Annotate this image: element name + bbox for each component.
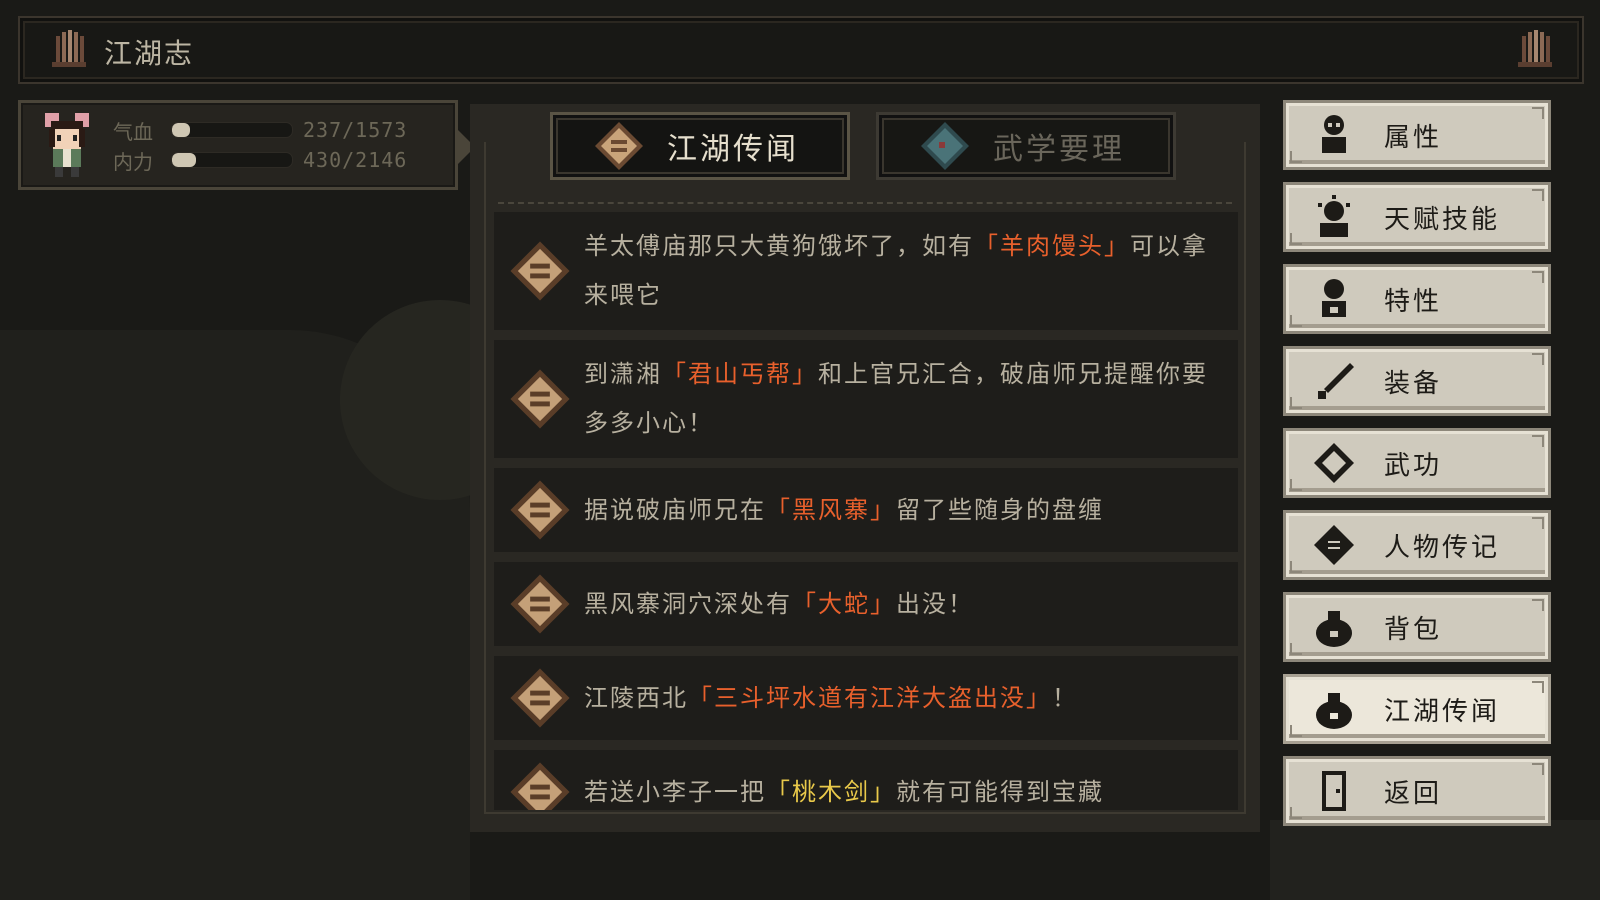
rumor-text: 到潇湘「君山丐帮」和上官兄汇合，破庙师兄提醒你要多多小心！	[584, 350, 1226, 448]
hp-bar	[171, 122, 293, 138]
rumor-item: 据说破庙师兄在「黑风寨」留了些随身的盘缠	[494, 468, 1238, 552]
scroll-icon	[508, 572, 572, 636]
rumor-text: 黑风寨洞穴深处有「大蛇」出没！	[584, 580, 974, 629]
menu-button-7[interactable]: 江湖传闻	[1283, 674, 1551, 744]
rumor-text-segment: 江陵西北	[584, 683, 688, 712]
scroll-icon	[595, 122, 643, 170]
rumor-item: 黑风寨洞穴深处有「大蛇」出没！	[494, 562, 1238, 646]
rumor-text-segment: 据说破庙师兄在	[584, 495, 766, 524]
scroll-icon	[508, 666, 572, 730]
tab-bar: 江湖传闻 武学要理	[550, 112, 1176, 180]
rumor-panel: 江湖传闻 武学要理 羊太傅庙那只大黄狗饿坏了，如有「羊肉馒头」可以拿来喂它 到潇湘…	[470, 104, 1260, 832]
rumor-text-segment: 留了些随身的盘缠	[896, 495, 1104, 524]
menu-button-label: 背包	[1384, 614, 1443, 645]
menu-button-label: 返回	[1384, 778, 1443, 809]
rumor-text: 羊太傅庙那只大黄狗饿坏了，如有「羊肉馒头」可以拿来喂它	[584, 222, 1226, 320]
hp-row: 气血 237/1573	[113, 117, 408, 144]
martial-book-icon	[1312, 441, 1356, 485]
tab-jianghu-rumors[interactable]: 江湖传闻	[550, 112, 850, 180]
attribute-figure-icon	[1312, 113, 1356, 157]
menu-button-label: 武功	[1384, 450, 1443, 481]
menu-button-1[interactable]: 天赋技能	[1283, 182, 1551, 252]
menu-button-label: 人物传记	[1384, 532, 1501, 563]
scroll-icon	[508, 367, 572, 431]
bag-icon	[1312, 605, 1356, 649]
rumor-text-segment: 就有可能得到宝藏	[896, 777, 1104, 806]
rumor-list[interactable]: 羊太傅庙那只大黄狗饿坏了，如有「羊肉馒头」可以拿来喂它 到潇湘「君山丐帮」和上官兄…	[494, 212, 1238, 810]
rumor-highlight: 「大蛇」	[792, 589, 896, 618]
rumor-item: 江陵西北「三斗坪水道有江洋大盗出没」！	[494, 656, 1238, 740]
rumor-text-segment: 到潇湘	[584, 360, 662, 388]
scroll-icon	[508, 478, 572, 542]
rumor-highlight: 「君山丐帮」	[662, 360, 818, 388]
menu-button-6[interactable]: 背包	[1283, 592, 1551, 662]
scroll-icon	[508, 760, 572, 810]
rumor-text-segment: 羊太傅庙那只大黄狗饿坏了，如有	[584, 232, 974, 260]
tab-label: 江湖传闻	[667, 132, 799, 167]
menu-button-3[interactable]: 装备	[1283, 346, 1551, 416]
rumor-item: 羊太傅庙那只大黄狗饿坏了，如有「羊肉馒头」可以拿来喂它	[494, 212, 1238, 330]
character-status-panel: 气血 237/1573 内力 430/2146	[18, 100, 475, 190]
scroll-icon	[508, 239, 572, 303]
mp-label: 内力	[113, 149, 153, 174]
tab-martial-principles[interactable]: 武学要理	[876, 112, 1176, 180]
hp-label: 气血	[113, 119, 153, 144]
hp-value: 237/1573	[303, 118, 408, 142]
door-icon	[1312, 769, 1356, 813]
window-title: 江湖志	[104, 37, 195, 70]
rumor-highlight: 「黑风寨」	[766, 495, 896, 524]
rumor-text-segment: 若送小李子一把	[584, 777, 766, 806]
rumor-text-segment: 出没！	[896, 589, 974, 618]
rumor-highlight: 「羊肉馒头」	[974, 232, 1130, 260]
trait-figure-icon	[1312, 277, 1356, 321]
divider	[498, 202, 1232, 204]
hp-bar-fill	[172, 123, 190, 137]
side-menu: 属性天赋技能特性装备武功人物传记背包江湖传闻返回	[1283, 100, 1551, 838]
rumor-highlight: 「桃木剑」	[766, 777, 896, 806]
rumor-text: 若送小李子一把「桃木剑」就有可能得到宝藏	[584, 768, 1104, 811]
biography-book-icon	[1312, 523, 1356, 567]
sword-icon	[1312, 359, 1356, 403]
rumor-text-segment: 黑风寨洞穴深处有	[584, 589, 792, 618]
menu-button-4[interactable]: 武功	[1283, 428, 1551, 498]
rumor-item: 若送小李子一把「桃木剑」就有可能得到宝藏	[494, 750, 1238, 810]
menu-button-label: 江湖传闻	[1384, 696, 1501, 727]
talent-figure-icon	[1312, 195, 1356, 239]
martial-manual-icon	[921, 122, 969, 170]
menu-button-label: 天赋技能	[1384, 204, 1501, 235]
rumor-text-segment: ！	[1052, 683, 1078, 712]
menu-button-8[interactable]: 返回	[1283, 756, 1551, 826]
menu-button-label: 装备	[1384, 368, 1443, 399]
emblem-icon	[52, 30, 86, 67]
emblem-icon	[1518, 30, 1552, 67]
mp-bar-fill	[172, 153, 196, 167]
mp-row: 内力 430/2146	[113, 147, 408, 174]
rumor-highlight: 「三斗坪水道有江洋大盗出没」	[688, 683, 1052, 712]
menu-button-2[interactable]: 特性	[1283, 264, 1551, 334]
menu-button-label: 特性	[1384, 286, 1443, 317]
title-bar: 江湖志	[18, 16, 1584, 84]
tab-label: 武学要理	[993, 132, 1125, 167]
avatar	[45, 113, 89, 177]
menu-button-0[interactable]: 属性	[1283, 100, 1551, 170]
rumor-text: 据说破庙师兄在「黑风寨」留了些随身的盘缠	[584, 486, 1104, 535]
mp-bar	[171, 152, 293, 168]
rumor-item: 到潇湘「君山丐帮」和上官兄汇合，破庙师兄提醒你要多多小心！	[494, 340, 1238, 458]
rumor-bag-icon	[1312, 687, 1356, 731]
mp-value: 430/2146	[303, 148, 408, 172]
rumor-text: 江陵西北「三斗坪水道有江洋大盗出没」！	[584, 674, 1078, 723]
menu-button-label: 属性	[1384, 122, 1443, 153]
menu-button-5[interactable]: 人物传记	[1283, 510, 1551, 580]
